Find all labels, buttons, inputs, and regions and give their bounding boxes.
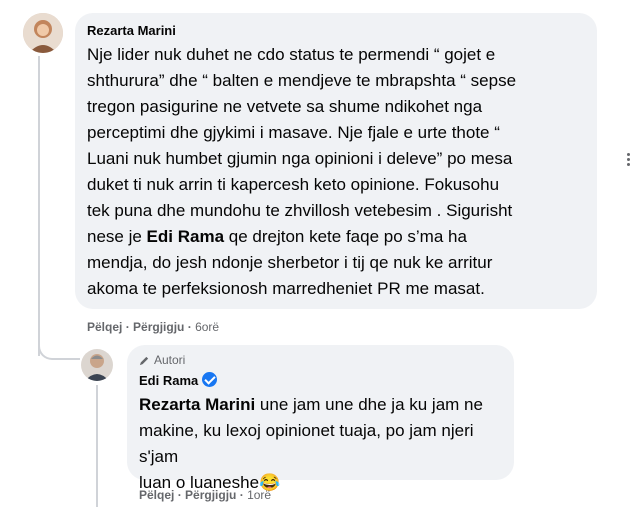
reply-reply-button[interactable]: Përgjigju <box>185 488 236 502</box>
mention-rezarta-marini[interactable]: Rezarta Marini <box>139 395 255 414</box>
thread-line-vertical <box>38 56 40 356</box>
comment-line-1: Nje lider nuk duhet ne cdo status te per… <box>87 45 496 64</box>
reply-bubble: Autori Edi Rama Rezarta Marini une jam u… <box>127 345 514 492</box>
comment-line-4: perceptimi dhe gjykimi i masave. Nje fja… <box>87 123 500 142</box>
comment-line-2: shthurura” dhe “ balten e mendjeve te mb… <box>87 71 517 90</box>
comment-line-5: Luani nuk humbet gjumin nga opinioni i d… <box>87 149 513 168</box>
comment-text: Nje lider nuk duhet ne cdo status te per… <box>87 42 593 302</box>
author-badge: Autori <box>139 353 185 367</box>
separator: · <box>125 320 130 334</box>
separator: · <box>177 488 182 502</box>
reply-author-row: Edi Rama <box>139 372 218 390</box>
reply-line-1-text: une jam une dhe ja ku jam ne <box>255 395 483 414</box>
comment-line-3: tregon pasigurine ne vetvete sa shume nd… <box>87 97 483 116</box>
avatar-rezarta[interactable] <box>23 13 63 53</box>
comment-line-10: akoma te perfeksionosh marredheniet PR m… <box>87 279 485 298</box>
comment-line-7: tek puna dhe mundohu te zhvillosh vetebe… <box>87 201 513 220</box>
pencil-icon <box>139 356 149 365</box>
reply-button[interactable]: Përgjigju <box>133 320 184 334</box>
verified-badge-icon <box>202 372 218 387</box>
reply-like-button[interactable]: Pëlqej <box>139 488 174 502</box>
reply-line-1: Rezarta Marini une jam une dhe ja ku jam… <box>139 392 511 418</box>
separator: · <box>239 488 244 502</box>
comment-timestamp[interactable]: 6orë <box>195 320 219 334</box>
comment-line-8-post: qe drejton kete faqe po s’ma ha <box>224 227 467 246</box>
reply-text: Rezarta Marini une jam une dhe ja ku jam… <box>139 392 511 496</box>
comment-actions: Pëlqej · Përgjigju · 6orë <box>87 320 219 334</box>
comment-author[interactable]: Rezarta Marini <box>87 23 176 38</box>
thread-line-reply <box>96 385 98 507</box>
reply-line-2: makine, ku lexoj opinionet tuaja, po jam… <box>139 421 474 466</box>
like-button[interactable]: Pëlqej <box>87 320 122 334</box>
separator: · <box>187 320 192 334</box>
thread-line-curve <box>38 340 80 360</box>
comment-line-8-pre: nese je <box>87 227 147 246</box>
comment-line-6: duket ti nuk arrin ti kapercesh keto opi… <box>87 175 500 194</box>
reply-author[interactable]: Edi Rama <box>139 373 198 388</box>
avatar-edi-rama[interactable] <box>81 349 113 381</box>
more-options-icon[interactable] <box>627 151 631 168</box>
reply-actions: Pëlqej · Përgjigju · 1orë <box>139 488 271 502</box>
reply-timestamp[interactable]: 1orë <box>247 488 271 502</box>
mention-edi-rama[interactable]: Edi Rama <box>147 227 224 246</box>
comment-line-8: nese je Edi Rama qe drejton kete faqe po… <box>87 224 593 250</box>
comment-bubble: Rezarta Marini Nje lider nuk duhet ne cd… <box>75 13 597 309</box>
comment-line-9: mendja, do jesh ndonje sherbetor i tij q… <box>87 253 493 272</box>
author-badge-label: Autori <box>154 353 186 367</box>
